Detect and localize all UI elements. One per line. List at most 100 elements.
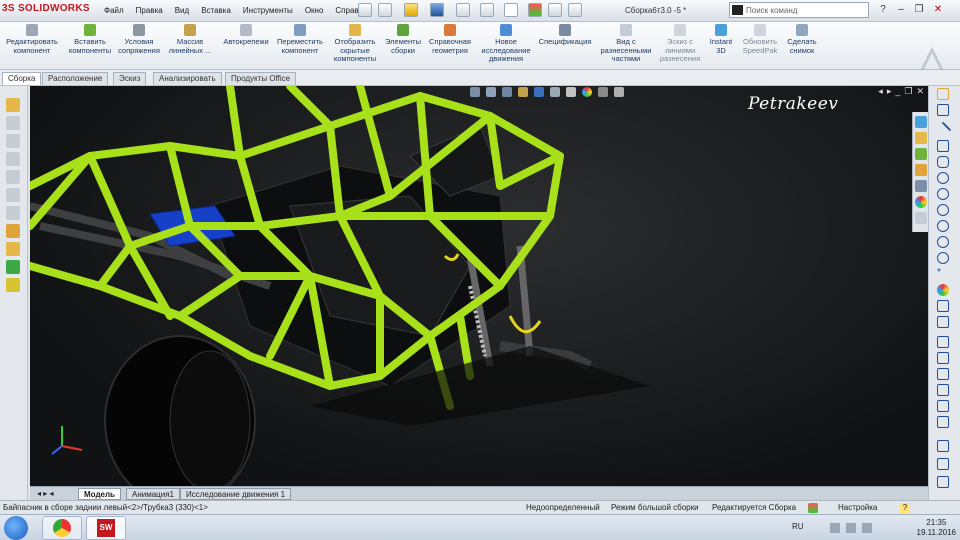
view-orientation-icon[interactable]: [534, 87, 544, 97]
spline-icon[interactable]: [937, 204, 949, 216]
exploded-view-button[interactable]: Вид с разнесенными частями: [596, 24, 656, 64]
tree-item-icon[interactable]: [6, 188, 20, 202]
viewport-right-icon[interactable]: ▸: [887, 86, 892, 97]
bill-of-materials-button[interactable]: Спецификация: [536, 24, 594, 47]
tray-network-icon[interactable]: [830, 523, 840, 533]
previous-view-icon[interactable]: [502, 87, 512, 97]
smart-dimension-icon[interactable]: [937, 104, 949, 116]
view-settings-icon[interactable]: [614, 87, 624, 97]
clock[interactable]: 21:35 19.11.2016: [917, 518, 956, 538]
close-button[interactable]: ✕: [930, 2, 946, 18]
file-explorer-icon[interactable]: [915, 148, 927, 160]
restore-button[interactable]: ❐: [911, 2, 927, 18]
show-hidden-components-button[interactable]: Отобразить скрытые компоненты: [328, 24, 382, 64]
tree-item-icon[interactable]: [6, 224, 20, 238]
solidworks-logo[interactable]: 3S SOLIDWORKS: [2, 3, 90, 14]
ellipse-icon[interactable]: [937, 220, 949, 232]
menu-view[interactable]: Вид: [169, 5, 195, 17]
new-motion-study-button[interactable]: Новое исследование движения: [476, 24, 536, 64]
property-manager-icon[interactable]: [6, 116, 20, 130]
solidworks-resources-icon[interactable]: [915, 116, 927, 128]
feature-tree-icon[interactable]: [6, 98, 20, 112]
display-style-icon[interactable]: [550, 87, 560, 97]
polygon-icon[interactable]: [937, 252, 949, 264]
slot-icon[interactable]: [937, 156, 949, 168]
tree-item-icon[interactable]: [6, 278, 20, 292]
help-status-button[interactable]: ?: [900, 503, 910, 513]
minimize-button[interactable]: –: [893, 2, 909, 18]
configuration-manager-icon[interactable]: [6, 134, 20, 148]
sketch-icon[interactable]: [937, 88, 949, 100]
tab-scroll-icon[interactable]: ◂ ▸ ◂: [32, 488, 59, 500]
display-manager-icon[interactable]: [6, 170, 20, 184]
tree-item-icon[interactable]: [6, 260, 20, 274]
language-indicator[interactable]: RU: [792, 522, 804, 531]
take-snapshot-button[interactable]: Сделать снимок: [782, 24, 822, 55]
move-entities-icon[interactable]: [937, 400, 949, 412]
instant-3d-button[interactable]: Instant 3D: [704, 24, 738, 55]
tray-volume-icon[interactable]: [846, 523, 856, 533]
update-speedpak-button[interactable]: Обновить SpeedPak: [738, 24, 782, 55]
options-gear-icon[interactable]: [568, 3, 582, 17]
units-settings[interactable]: Настройка: [838, 503, 877, 512]
apply-scene-icon[interactable]: [598, 87, 608, 97]
open-icon[interactable]: [404, 3, 418, 17]
sketch-more-icon[interactable]: [937, 476, 949, 488]
trim-entities-icon[interactable]: [937, 368, 949, 380]
dimxpert-icon[interactable]: [6, 152, 20, 166]
new-document-icon[interactable]: [378, 3, 392, 17]
plane-icon[interactable]: [937, 316, 949, 328]
circle-icon[interactable]: [937, 172, 949, 184]
menu-tools[interactable]: Инструменты: [237, 5, 299, 17]
rapid-sketch-icon[interactable]: [937, 458, 949, 470]
quick-snaps-icon[interactable]: [937, 440, 949, 452]
help-icon[interactable]: ?: [875, 2, 891, 18]
insert-components-button[interactable]: Вставить компоненты: [64, 24, 116, 55]
rectangle-icon[interactable]: [937, 140, 949, 152]
linear-sketch-pattern-icon[interactable]: [937, 384, 949, 396]
tab-assembly[interactable]: Сборка: [2, 72, 42, 85]
convert-entities-icon[interactable]: [937, 336, 949, 348]
line-icon[interactable]: [934, 121, 952, 139]
viewport-left-icon[interactable]: ◂: [878, 86, 883, 97]
point-icon[interactable]: *: [937, 268, 949, 280]
linear-pattern-button[interactable]: Массив линейных ...: [164, 24, 216, 55]
arc-icon[interactable]: [937, 188, 949, 200]
menu-insert[interactable]: Вставка: [195, 5, 237, 17]
tray-flag-icon[interactable]: [862, 523, 872, 533]
smart-fasteners-button[interactable]: Автокрепежи: [218, 24, 274, 47]
offset-entities-icon[interactable]: [937, 352, 949, 364]
appearances-icon[interactable]: [915, 180, 927, 192]
viewport-restore-icon[interactable]: ❐: [904, 86, 912, 97]
design-library-icon[interactable]: [915, 132, 927, 144]
undo-icon[interactable]: [480, 3, 494, 17]
tab-sketch[interactable]: Эскиз: [113, 72, 147, 85]
menu-edit[interactable]: Правка: [130, 5, 169, 17]
display-relations-icon[interactable]: [937, 416, 949, 428]
tab-animation[interactable]: Анимация1: [126, 488, 181, 500]
tab-evaluate[interactable]: Анализировать: [153, 72, 222, 85]
menu-file[interactable]: Файл: [98, 5, 130, 17]
zoom-to-fit-icon[interactable]: [470, 87, 480, 97]
hide-show-items-icon[interactable]: [566, 87, 576, 97]
explode-line-sketch-button[interactable]: Эскиз с линиями разнесения: [656, 24, 704, 64]
buggy-frame-model[interactable]: [30, 86, 928, 486]
tab-motion-study[interactable]: Исследование движения 1: [180, 488, 292, 500]
solidworks-taskbar-icon[interactable]: SW: [86, 516, 126, 540]
mirror-icon[interactable]: [937, 300, 949, 312]
tree-item-icon[interactable]: [6, 206, 20, 220]
print-icon[interactable]: [456, 3, 470, 17]
mate-button[interactable]: Условия сопряжения: [116, 24, 162, 55]
viewport-close-icon[interactable]: ✕: [916, 86, 924, 97]
move-component-button[interactable]: Переместить компонент: [274, 24, 326, 55]
pin-icon[interactable]: [358, 3, 372, 17]
view-palette-icon[interactable]: [915, 164, 927, 176]
select-arrow-icon[interactable]: [504, 3, 518, 17]
color-wheel-icon[interactable]: [915, 196, 927, 208]
chrome-taskbar-icon[interactable]: [42, 516, 82, 540]
section-view-icon[interactable]: [518, 87, 528, 97]
appearance-icon[interactable]: [937, 284, 949, 296]
menu-window[interactable]: Окно: [299, 5, 330, 17]
file-properties-icon[interactable]: [548, 3, 562, 17]
tab-layout[interactable]: Расположение: [42, 72, 109, 85]
